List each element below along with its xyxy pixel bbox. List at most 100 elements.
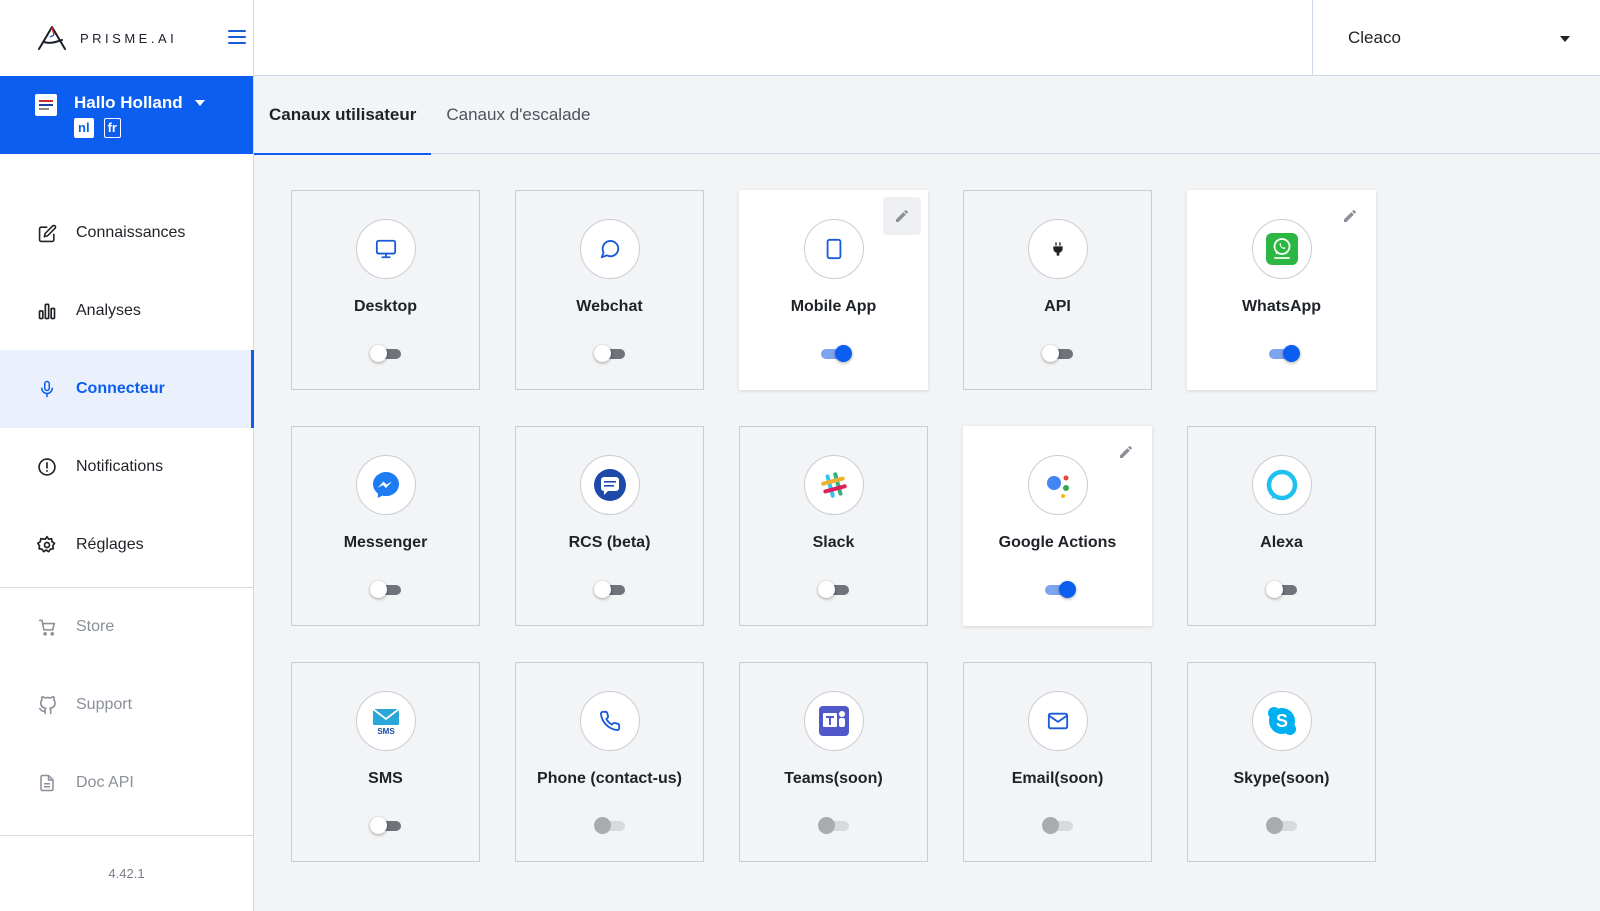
channel-name: WhatsApp [1241,298,1322,315]
menu-toggle-icon[interactable] [228,30,246,44]
channel-toggle[interactable] [818,815,850,837]
channel-card[interactable]: S Skype(soon) [1187,662,1376,862]
nav-item-analyses[interactable]: Analyses [0,272,253,350]
pencil-icon[interactable] [883,197,921,235]
primary-nav: Connaissances Analyses Connecteur Notifi… [0,194,254,584]
channel-toggle[interactable] [594,815,626,837]
mail-icon [1028,691,1088,751]
language-nl[interactable]: nl [74,118,94,138]
language-fr[interactable]: fr [103,118,121,138]
tablet-icon [804,219,864,279]
nav-label: Notifications [76,458,164,475]
organization-name: Cleaco [1348,28,1401,47]
gear-icon [37,535,57,555]
channel-card[interactable]: API [963,190,1152,390]
messenger-icon [356,455,416,515]
alert-circle-icon [37,457,57,477]
prisme-logo-icon [38,26,66,50]
channel-name: Alexa [1260,534,1303,551]
channel-toggle[interactable] [1042,579,1076,601]
organization-selector[interactable]: Cleaco [1312,0,1600,76]
channel-card[interactable]: Webchat [515,190,704,390]
rcs-icon [580,455,640,515]
channel-card[interactable]: RCS (beta) [515,426,704,626]
channel-toggle[interactable] [1266,815,1298,837]
channel-toggle[interactable] [818,579,850,601]
channel-toggle[interactable] [1266,343,1300,365]
svg-text:SMS: SMS [377,727,395,736]
pencil-icon[interactable] [1107,433,1145,471]
channel-card[interactable]: Desktop [291,190,480,390]
channel-toggle[interactable] [370,815,402,837]
channel-card[interactable]: Teams(soon) [739,662,928,862]
nav-item-reglages[interactable]: Réglages [0,506,253,584]
chat-bubble-icon [580,219,640,279]
channel-toggle[interactable] [1042,343,1074,365]
sidebar: PRISME.AI Hallo Holland nl fr Connaissan… [0,0,254,911]
microphone-icon [37,379,57,399]
github-icon [37,695,57,715]
channel-card[interactable]: Google Actions [963,426,1152,626]
tab-canaux-escalade[interactable]: Canaux d'escalade [431,76,605,154]
nav-item-connaissances[interactable]: Connaissances [0,194,253,272]
channel-card[interactable]: Email(soon) [963,662,1152,862]
channel-name: RCS (beta) [568,534,651,551]
channel-name: Desktop [353,298,418,315]
nav-label: Doc API [76,774,134,791]
nav-item-store[interactable]: Store [0,588,253,666]
caret-down-icon [194,100,205,106]
bar-chart-icon [37,301,57,321]
channel-toggle[interactable] [370,579,402,601]
channel-name: Mobile App [790,298,877,315]
channel-toggle[interactable] [818,343,852,365]
nav-label: Connaissances [76,224,186,241]
channel-name: Skype(soon) [1233,770,1330,787]
channel-name: Messenger [343,534,428,551]
channel-card[interactable]: Slack [739,426,928,626]
document-icon [37,773,57,793]
channel-name: Phone (contact-us) [537,770,682,787]
channel-name: API [1044,298,1071,315]
svg-text:S: S [1276,711,1288,731]
logo-text: PRISME.AI [80,30,178,46]
nav-item-doc-api[interactable]: Doc API [0,744,253,822]
channel-name: Webchat [576,298,643,315]
channel-name: Slack [812,534,855,551]
channel-tabs: Canaux utilisateur Canaux d'escalade [254,76,1600,155]
channel-card[interactable]: SMS SMS [291,662,480,862]
top-bar: Cleaco [254,0,1600,76]
workspace-name: Hallo Holland [74,93,183,112]
nav-item-connecteur[interactable]: Connecteur [0,350,254,428]
plug-icon [1028,219,1088,279]
channel-card[interactable]: Phone (contact-us) [515,662,704,862]
channel-toggle[interactable] [1266,579,1298,601]
channel-card[interactable]: Messenger [291,426,480,626]
channel-grid: Desktop Webchat Mobile App API WhatsApp … [291,190,1376,862]
nav-label: Support [76,696,133,713]
nav-label: Connecteur [76,380,165,397]
nav-item-support[interactable]: Support [0,666,253,744]
nav-label: Analyses [76,302,141,319]
workspace-selector[interactable]: Hallo Holland nl fr [0,76,253,154]
tab-canaux-utilisateur[interactable]: Canaux utilisateur [254,76,432,155]
nav-item-notifications[interactable]: Notifications [0,428,253,506]
workspace-avatar [35,94,57,116]
nav-label: Réglages [76,536,144,553]
channel-name: Google Actions [998,534,1117,551]
alexa-icon [1252,455,1312,515]
pencil-icon[interactable] [1331,197,1369,235]
phone-icon [580,691,640,751]
channel-toggle[interactable] [594,579,626,601]
channel-card[interactable]: Alexa [1187,426,1376,626]
channel-toggle[interactable] [594,343,626,365]
google-assistant-icon [1028,455,1088,515]
caret-down-icon [1560,36,1570,42]
whatsapp-icon [1252,219,1312,279]
channel-name: SMS [368,770,403,787]
channel-card[interactable]: WhatsApp [1187,190,1376,390]
channel-toggle[interactable] [370,343,402,365]
secondary-nav: Store Support Doc API [0,588,253,822]
channel-toggle[interactable] [1042,815,1074,837]
teams-icon [804,691,864,751]
channel-card[interactable]: Mobile App [739,190,928,390]
